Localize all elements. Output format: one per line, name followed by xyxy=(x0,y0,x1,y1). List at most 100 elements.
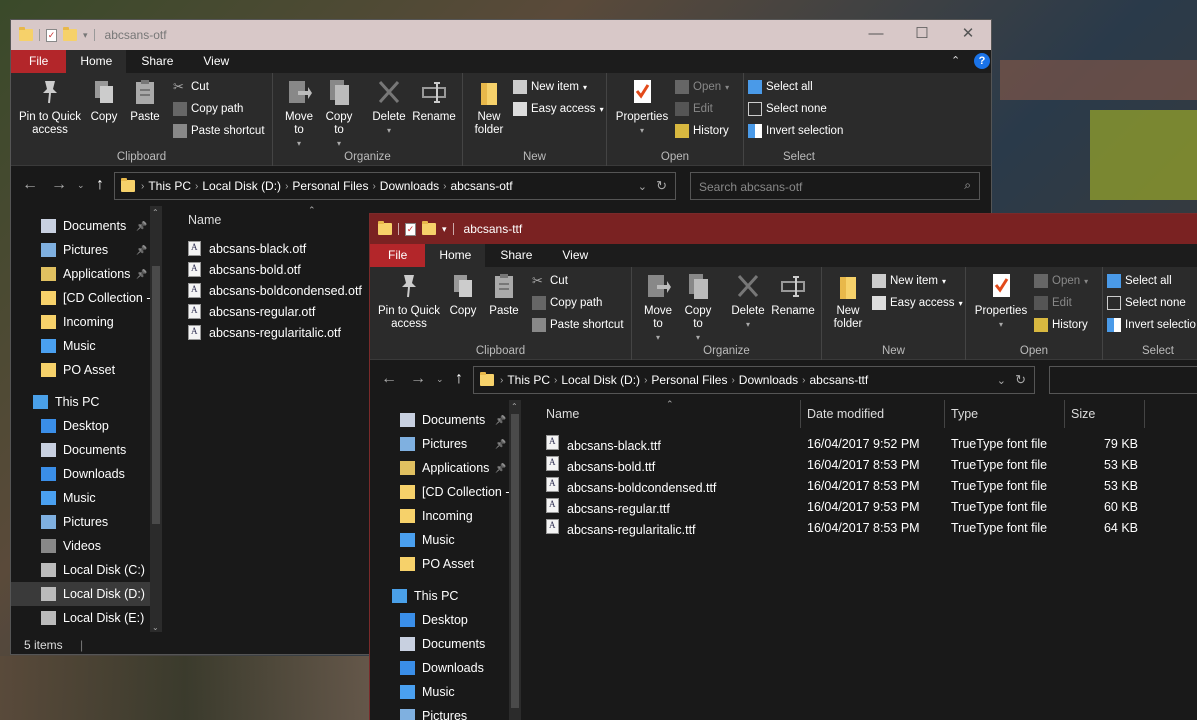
breadcrumb-personal-files[interactable]: Personal Files xyxy=(651,373,727,387)
delete-button[interactable]: Delete ▾ xyxy=(371,77,407,137)
tab-share[interactable]: Share xyxy=(126,50,188,73)
nav-item[interactable]: Music xyxy=(11,334,161,358)
invert-selection-button[interactable]: Invert selectio xyxy=(1107,318,1196,332)
new-folder-qa-icon[interactable] xyxy=(63,27,77,41)
breadcrumb-downloads[interactable]: Downloads xyxy=(739,373,798,387)
refresh-icon[interactable]: ↻ xyxy=(656,178,667,194)
file-row[interactable]: abcsans-regular.otf xyxy=(188,301,315,322)
select-all-button[interactable]: Select all xyxy=(748,80,813,94)
pin-quick-access-button[interactable]: Pin to Quick access xyxy=(15,77,85,137)
nav-item[interactable]: Documents xyxy=(370,632,520,656)
column-name[interactable]: Name ⌃ xyxy=(168,205,368,234)
tab-file[interactable]: File xyxy=(370,244,426,267)
search-input[interactable] xyxy=(1049,366,1197,394)
up-icon[interactable]: ↑ xyxy=(96,176,104,194)
copy-to-button[interactable]: Copy to ▾ xyxy=(680,271,716,344)
scroll-up-icon[interactable]: ⌃ xyxy=(511,402,518,411)
tab-view[interactable]: View xyxy=(547,244,603,267)
properties-qa-icon[interactable]: ✓ xyxy=(46,28,57,42)
rename-button[interactable]: Rename xyxy=(411,77,457,124)
chevron-down-icon[interactable]: ⌄ xyxy=(77,180,85,191)
breadcrumb-this-pc[interactable]: This PC xyxy=(148,179,191,193)
nav-item[interactable]: PO Asset xyxy=(11,358,161,382)
history-button[interactable]: History xyxy=(675,124,729,138)
breadcrumb-current[interactable]: abcsans-ttf xyxy=(810,373,869,387)
file-row[interactable]: abcsans-regularitalic.otf xyxy=(188,322,341,343)
pin-quick-access-button[interactable]: Pin to Quick access xyxy=(374,271,444,331)
invert-selection-button[interactable]: Invert selection xyxy=(748,124,843,138)
file-row[interactable]: abcsans-boldcondensed.otf xyxy=(188,280,362,301)
column-type[interactable]: Type xyxy=(945,400,1065,428)
help-icon[interactable]: ? xyxy=(974,53,990,69)
new-folder-qa-icon[interactable] xyxy=(422,221,436,235)
scroll-up-icon[interactable]: ⌃ xyxy=(152,208,159,217)
copy-button[interactable]: Copy xyxy=(446,271,480,318)
breadcrumb-local-disk[interactable]: Local Disk (D:) xyxy=(561,373,640,387)
chevron-down-icon[interactable]: ▾ xyxy=(83,30,88,41)
forward-icon[interactable]: → xyxy=(410,370,426,388)
paste-button[interactable]: Paste xyxy=(128,77,162,124)
refresh-icon[interactable]: ↻ xyxy=(1015,372,1026,388)
collapse-ribbon-icon[interactable]: ⌃ xyxy=(951,54,960,67)
nav-item[interactable]: This PC xyxy=(11,390,161,414)
file-row[interactable]: abcsans-bold.ttf 16/04/2017 8:53 PM TrueTy… xyxy=(370,454,1150,475)
nav-item[interactable]: [CD Collection - xyxy=(11,286,161,310)
tab-view[interactable]: View xyxy=(188,50,244,73)
breadcrumb-this-pc[interactable]: This PC xyxy=(507,373,550,387)
nav-item[interactable]: Desktop xyxy=(370,608,520,632)
copy-button[interactable]: Copy xyxy=(87,77,121,124)
nav-item[interactable]: Local Disk (D:) xyxy=(11,582,161,606)
nav-item[interactable]: Local Disk (E:) xyxy=(11,606,161,630)
address-bar[interactable]: › This PC › Local Disk (D:) › Personal Fil… xyxy=(473,366,1035,394)
copy-path-button[interactable]: Copy path xyxy=(532,296,602,310)
nav-item[interactable]: Downloads xyxy=(11,462,161,486)
file-row[interactable]: abcsans-regular.ttf 16/04/2017 9:53 PM Tru… xyxy=(370,496,1150,517)
properties-button[interactable]: Properties ▾ xyxy=(613,77,671,137)
cut-button[interactable]: ✂ Cut xyxy=(173,80,209,94)
rename-button[interactable]: Rename xyxy=(770,271,816,318)
address-bar[interactable]: › This PC › Local Disk (D:) › Personal Fil… xyxy=(114,172,676,200)
nav-item[interactable]: Applications 📌 xyxy=(11,262,161,286)
minimize-icon[interactable]: — xyxy=(853,20,899,50)
column-date[interactable]: Date modified xyxy=(801,400,945,428)
file-row[interactable]: abcsans-black.ttf 16/04/2017 9:52 PM TrueT… xyxy=(370,433,1150,454)
history-button[interactable]: History xyxy=(1034,318,1088,332)
move-to-button[interactable]: Move to ▾ xyxy=(640,271,676,344)
properties-qa-icon[interactable]: ✓ xyxy=(405,222,416,236)
scroll-down-icon[interactable]: ⌄ xyxy=(152,623,159,632)
new-folder-button[interactable]: New folder xyxy=(828,271,868,331)
back-icon[interactable]: ← xyxy=(381,370,397,388)
history-dropdown-icon[interactable]: ⌄ xyxy=(997,374,1006,387)
nav-item[interactable]: This PC xyxy=(370,584,520,608)
easy-access-button[interactable]: Easy access ▾ xyxy=(872,296,963,310)
new-folder-button[interactable]: New folder xyxy=(469,77,509,137)
select-all-button[interactable]: Select all xyxy=(1107,274,1172,288)
chevron-down-icon[interactable]: ⌄ xyxy=(436,374,444,385)
edit-button[interactable]: Edit xyxy=(675,102,713,116)
file-row[interactable]: abcsans-regularitalic.ttf 16/04/2017 8:53… xyxy=(370,517,1150,538)
nav-item[interactable]: PO Asset xyxy=(370,552,520,576)
paste-shortcut-button[interactable]: Paste shortcut xyxy=(173,124,265,138)
column-name[interactable]: Name ⌃ xyxy=(536,399,801,428)
nav-item[interactable]: Videos xyxy=(11,534,161,558)
file-row[interactable]: abcsans-bold.otf xyxy=(188,259,301,280)
title-bar[interactable]: ✓ ▾ abcsans-otf — ☐ ✕ xyxy=(11,20,991,50)
edit-button[interactable]: Edit xyxy=(1034,296,1072,310)
delete-button[interactable]: Delete ▾ xyxy=(730,271,766,331)
open-button[interactable]: Open ▾ xyxy=(675,80,729,94)
copy-path-button[interactable]: Copy path xyxy=(173,102,243,116)
tab-share[interactable]: Share xyxy=(485,244,547,267)
close-icon[interactable]: ✕ xyxy=(945,20,991,50)
nav-item[interactable]: Music xyxy=(11,486,161,510)
nav-item[interactable]: Documents xyxy=(11,438,161,462)
select-none-button[interactable]: Select none xyxy=(1107,296,1186,310)
breadcrumb-downloads[interactable]: Downloads xyxy=(380,179,439,193)
nav-item[interactable]: Incoming xyxy=(11,310,161,334)
tab-home[interactable]: Home xyxy=(425,244,486,267)
nav-item[interactable]: Pictures 📌 xyxy=(11,238,161,262)
new-item-button[interactable]: New item ▾ xyxy=(513,80,587,94)
paste-button[interactable]: Paste xyxy=(487,271,521,318)
nav-item[interactable]: Desktop xyxy=(11,414,161,438)
file-row[interactable]: abcsans-boldcondensed.ttf 16/04/2017 8:53… xyxy=(370,475,1150,496)
nav-item[interactable]: Documents 📌 xyxy=(370,408,520,432)
